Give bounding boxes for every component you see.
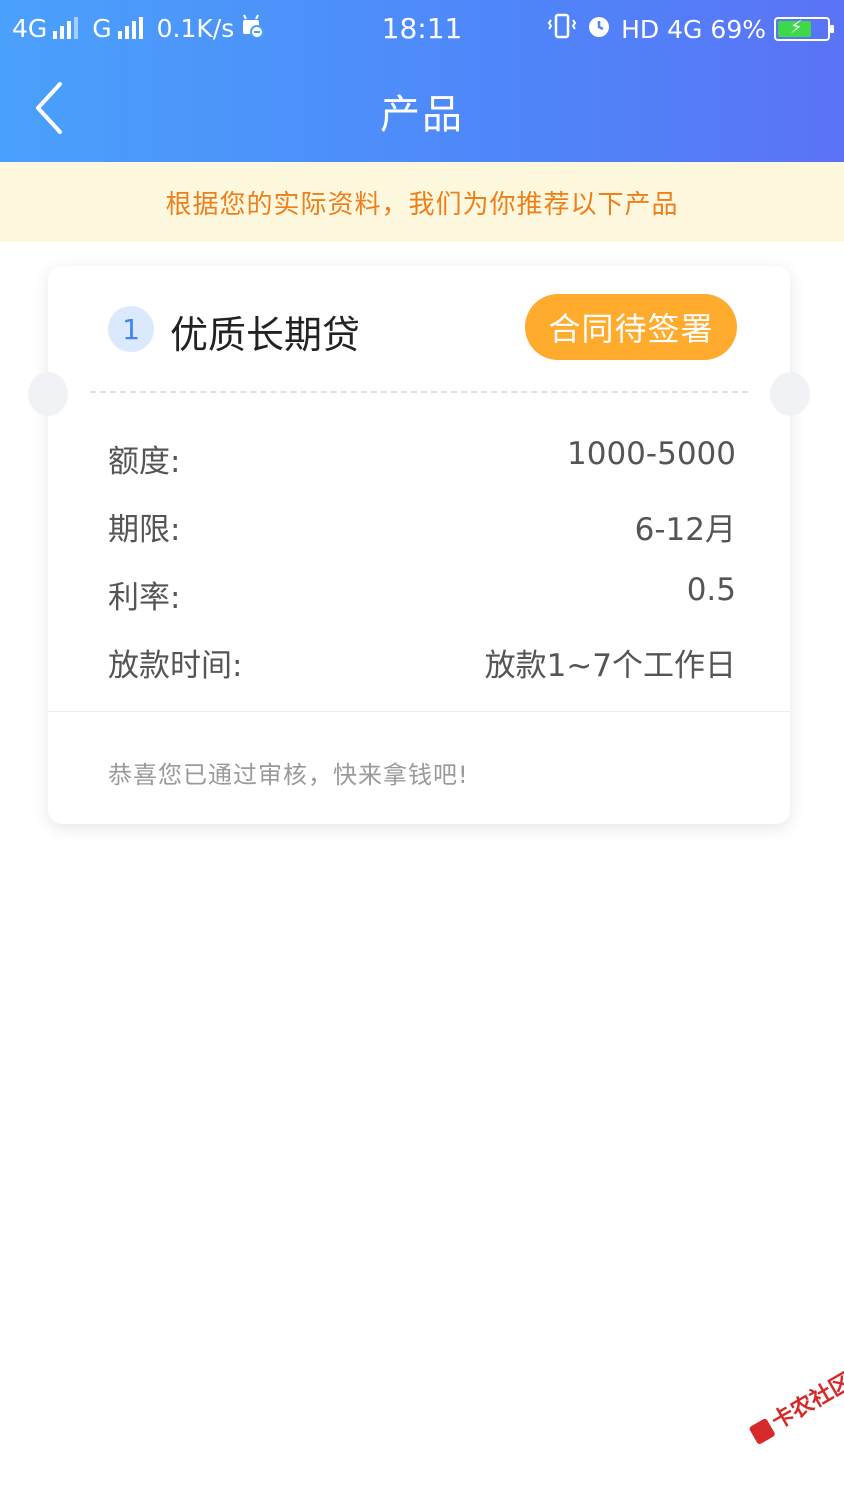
disbursement-value: 放款1~7个工作日	[484, 648, 736, 684]
amount-value: 1000-5000	[567, 436, 736, 472]
watermark-text: 卡农社区	[767, 1369, 844, 1435]
header: 4G G 0.1K/s 18:11 HD 4G 69% ⚡ 产品	[0, 0, 844, 162]
battery-percent: 69%	[710, 14, 766, 44]
card-divider	[48, 711, 790, 712]
info-row-rate: 利率: 0.5	[108, 572, 736, 622]
product-card[interactable]: 1 优质长期贷 合同待签署 额度: 1000-5000 期限: 6-12月 利率…	[48, 266, 790, 824]
sign-contract-button[interactable]: 合同待签署	[525, 294, 737, 360]
battery-icon: ⚡	[774, 17, 834, 41]
approval-message: 恭喜您已通过审核，快来拿钱吧!	[108, 761, 469, 789]
info-row-term: 期限: 6-12月	[108, 504, 736, 554]
ticket-notch-right	[770, 372, 810, 416]
dashed-divider	[90, 391, 748, 393]
nav-bar: 产品	[0, 58, 844, 162]
info-row-disbursement: 放款时间: 放款1~7个工作日	[108, 640, 736, 690]
amount-label: 额度:	[108, 444, 181, 480]
hd-label: HD	[621, 14, 660, 44]
ticket-notch-left	[28, 372, 68, 416]
network-label-3: 4G	[667, 14, 703, 44]
alarm-icon	[585, 12, 613, 46]
watermark-logo-icon	[748, 1417, 776, 1446]
watermark: 卡农社区	[744, 1369, 844, 1481]
recommend-notice: 根据您的实际资料，我们为你推荐以下产品	[0, 162, 844, 242]
rate-label: 利率:	[108, 580, 181, 616]
disbursement-label: 放款时间:	[108, 648, 243, 684]
vibrate-icon	[547, 13, 577, 45]
product-card-header: 1 优质长期贷 合同待签署	[48, 266, 790, 392]
status-bar: 4G G 0.1K/s 18:11 HD 4G 69% ⚡	[0, 0, 844, 58]
info-row-amount: 额度: 1000-5000	[108, 436, 736, 486]
product-index-badge: 1	[108, 306, 154, 352]
term-value: 6-12月	[634, 512, 736, 548]
term-label: 期限:	[108, 512, 181, 548]
product-name: 优质长期贷	[170, 313, 361, 357]
status-right: HD 4G 69% ⚡	[547, 12, 834, 46]
rate-value: 0.5	[686, 572, 736, 608]
page-title: 产品	[380, 92, 464, 138]
